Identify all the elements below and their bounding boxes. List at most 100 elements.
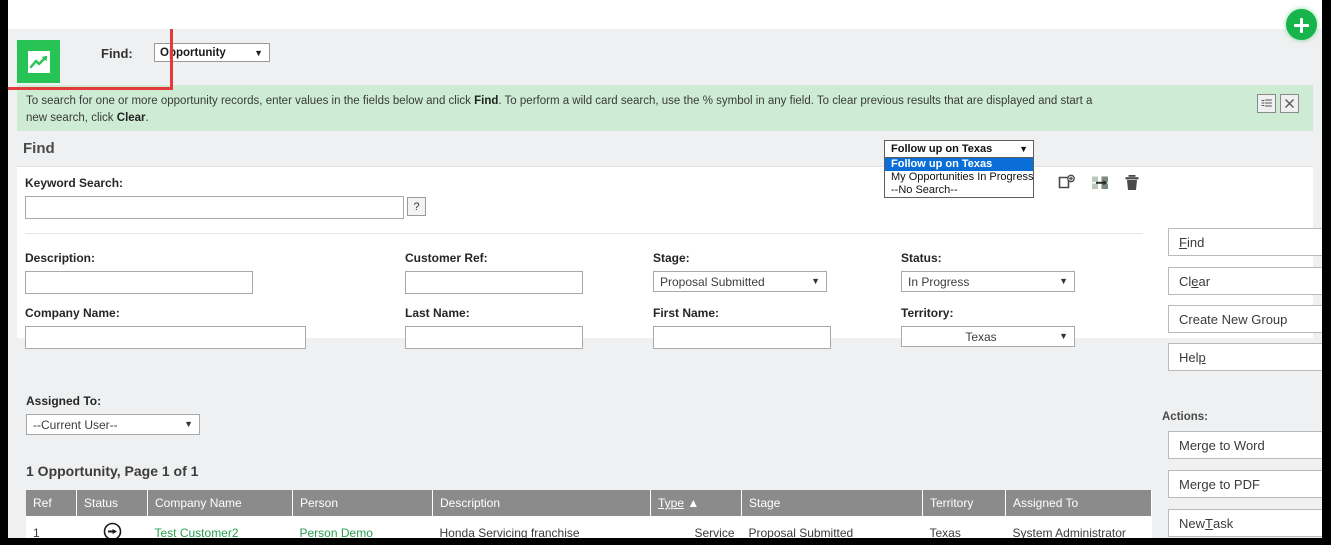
banner-text-find: Find xyxy=(474,95,498,107)
column-label: Status xyxy=(84,496,118,510)
results-summary: 1 Opportunity, Page 1 of 1 xyxy=(26,463,198,479)
cell-assigned-to: System Administrator xyxy=(1006,516,1152,538)
saved-search-option[interactable]: My Opportunities In Progress xyxy=(885,171,1033,184)
button-label-pre: Merge to PDF xyxy=(1179,477,1260,492)
button-label-post: ar xyxy=(1199,274,1211,289)
last-name-input[interactable] xyxy=(405,326,583,349)
assigned-to-label: Assigned To: xyxy=(26,394,101,408)
delete-icon[interactable] xyxy=(1124,174,1140,197)
page-content: Find: Opportunity ▼ To search for one or… xyxy=(8,29,1322,538)
banner-text-1a: To search for one or more opportunity re… xyxy=(26,95,474,107)
saved-search-option[interactable]: Follow up on Texas xyxy=(885,158,1033,171)
cell-territory: Texas xyxy=(923,516,1006,538)
stage-value: Proposal Submitted xyxy=(660,275,765,289)
saved-search-select[interactable]: Follow up on Texas ▼ xyxy=(884,140,1034,158)
column-label: Person xyxy=(300,496,338,510)
find-section-title: Find xyxy=(17,140,1313,166)
company-name-input[interactable] xyxy=(25,326,306,349)
results-table: Ref Status Company Name Person Descripti… xyxy=(26,490,1152,538)
banner-text-1c: . To perform a wild card search, use the… xyxy=(498,95,1092,107)
merge-to-pdf-button[interactable]: Merge to PDF xyxy=(1168,470,1322,498)
description-input[interactable] xyxy=(25,271,253,294)
frame-edge-right xyxy=(1322,0,1331,545)
browser-chrome-strip xyxy=(8,0,1322,29)
cell-stage: Proposal Submitted xyxy=(742,516,923,538)
stage-select[interactable]: Proposal Submitted ▼ xyxy=(653,271,827,292)
column-header-type[interactable]: Type ▲ xyxy=(651,490,742,516)
status-select[interactable]: In Progress ▼ xyxy=(901,271,1075,292)
description-label: Description: xyxy=(25,251,95,265)
last-name-label: Last Name: xyxy=(405,306,470,320)
button-label-post: ind xyxy=(1187,235,1204,250)
chevron-down-icon: ▼ xyxy=(811,276,820,286)
assigned-to-select[interactable]: --Current User-- ▼ xyxy=(26,414,200,435)
sort-ascending-icon: ▲ xyxy=(687,496,699,510)
clear-button[interactable]: Clear xyxy=(1168,267,1322,295)
frame-edge-bottom xyxy=(0,538,1331,545)
saved-search-option[interactable]: --No Search-- xyxy=(885,184,1033,197)
status-label: Status: xyxy=(901,251,942,265)
find-entity-value: Opportunity xyxy=(160,47,226,59)
merge-to-word-button[interactable]: Merge to Word xyxy=(1168,431,1322,459)
customer-ref-input[interactable] xyxy=(405,271,583,294)
saved-search-toolbar xyxy=(1058,174,1140,197)
arrow-right-circle-icon[interactable] xyxy=(103,522,122,538)
column-label: Stage xyxy=(749,496,780,510)
cell-person[interactable]: Person Demo xyxy=(293,516,433,538)
app-root: Find: Opportunity ▼ To search for one or… xyxy=(0,0,1331,545)
add-new-fab-button[interactable] xyxy=(1286,9,1317,40)
table-row[interactable]: 1 Test Customer2 Person Demo Honda Servi… xyxy=(26,516,1152,538)
save-as-new-icon[interactable] xyxy=(1058,174,1076,197)
column-label: Assigned To xyxy=(1013,496,1078,510)
cell-description: Honda Servicing franchise xyxy=(433,516,651,538)
first-name-label: First Name: xyxy=(653,306,719,320)
keyword-search-label: Keyword Search: xyxy=(25,176,123,190)
help-button[interactable]: Help xyxy=(1168,343,1322,371)
keyword-search-input[interactable] xyxy=(25,196,404,219)
column-header-stage[interactable]: Stage xyxy=(742,490,923,516)
cell-status[interactable] xyxy=(77,516,148,538)
new-task-button[interactable]: New Task xyxy=(1168,509,1322,537)
column-header-company-name[interactable]: Company Name xyxy=(148,490,293,516)
column-label: Territory xyxy=(930,496,973,510)
cell-company-name[interactable]: Test Customer2 xyxy=(148,516,293,538)
button-label-post: ask xyxy=(1213,516,1233,531)
column-header-person[interactable]: Person xyxy=(293,490,433,516)
territory-label: Territory: xyxy=(901,306,953,320)
first-name-input[interactable] xyxy=(653,326,831,349)
column-header-description[interactable]: Description xyxy=(433,490,651,516)
opportunity-logo-icon xyxy=(17,40,60,83)
column-label: Type xyxy=(658,496,684,510)
find-button[interactable]: Find xyxy=(1168,228,1322,256)
cell-type: Service xyxy=(651,516,742,538)
column-header-ref[interactable]: Ref xyxy=(26,490,77,516)
info-banner: To search for one or more opportunity re… xyxy=(17,85,1313,131)
actions-section-label: Actions: xyxy=(1162,411,1208,423)
button-label-pre: Cl xyxy=(1179,274,1191,289)
column-header-territory[interactable]: Territory xyxy=(923,490,1006,516)
stage-label: Stage: xyxy=(653,251,690,265)
customer-ref-label: Customer Ref: xyxy=(405,251,488,265)
action-sidebar: Find Clear Create New Group Help Actions… xyxy=(1160,29,1322,538)
column-label: Ref xyxy=(33,496,52,510)
keyword-help-button[interactable]: ? xyxy=(407,197,426,216)
chevron-down-icon: ▼ xyxy=(184,419,193,429)
saved-search-value: Follow up on Texas xyxy=(891,143,992,155)
table-header-row: Ref Status Company Name Person Descripti… xyxy=(26,490,1152,516)
assigned-to-value: --Current User-- xyxy=(33,418,118,432)
create-new-group-button[interactable]: Create New Group xyxy=(1168,305,1322,333)
status-value: In Progress xyxy=(908,275,969,289)
frame-edge-left xyxy=(0,0,8,545)
saved-search-dropdown[interactable]: Follow up on Texas ▼ Follow up on Texas … xyxy=(884,140,1050,198)
merge-icon[interactable] xyxy=(1091,174,1109,197)
section-divider xyxy=(25,233,1143,234)
button-accel: F xyxy=(1179,235,1187,250)
column-header-assigned-to[interactable]: Assigned To xyxy=(1006,490,1152,516)
territory-select[interactable]: Texas ▼ xyxy=(901,326,1075,347)
banner-text-2a: new search, click xyxy=(26,112,117,124)
find-entity-select[interactable]: Opportunity ▼ xyxy=(154,43,270,62)
territory-value: Texas xyxy=(965,330,996,344)
chevron-down-icon: ▼ xyxy=(254,48,263,58)
banner-text-2c: . xyxy=(146,112,149,124)
column-header-status[interactable]: Status xyxy=(77,490,148,516)
